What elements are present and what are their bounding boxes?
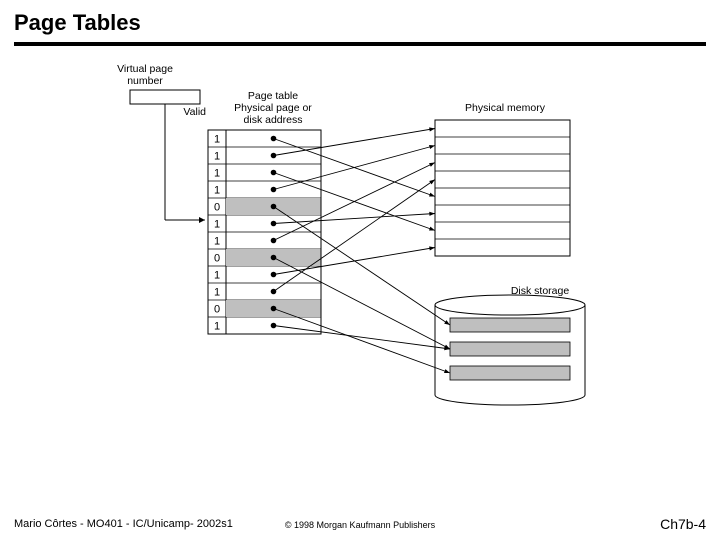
title-rule — [14, 42, 706, 46]
svg-text:1: 1 — [214, 321, 220, 333]
svg-text:1: 1 — [214, 270, 220, 282]
svg-text:1: 1 — [214, 219, 220, 231]
svg-text:0: 0 — [214, 202, 220, 214]
svg-text:1: 1 — [214, 134, 220, 146]
footer-copyright: © 1998 Morgan Kaufmann Publishers — [0, 520, 720, 530]
svg-text:1: 1 — [214, 185, 220, 197]
svg-text:0: 0 — [214, 304, 220, 316]
label-valid: Valid — [166, 106, 206, 118]
page-title: Page Tables — [0, 0, 720, 36]
label-disk-storage: Disk storage — [490, 285, 590, 297]
svg-text:1: 1 — [214, 287, 220, 299]
diagram-svg: 1 1 1 1 0 1 1 0 1 1 0 1 — [0, 60, 720, 490]
svg-text:1: 1 — [214, 151, 220, 163]
footer-page-number: Ch7b-4 — [660, 516, 706, 532]
diagram: 1 1 1 1 0 1 1 0 1 1 0 1 Virtual pagenumber Valid Pa… — [0, 60, 720, 490]
label-virtual-page-number: Virtual pagenumber — [100, 63, 190, 87]
label-page-table-header: Page tablePhysical page ordisk address — [218, 90, 328, 126]
svg-text:1: 1 — [214, 236, 220, 248]
svg-text:0: 0 — [214, 253, 220, 265]
label-physical-memory: Physical memory — [445, 102, 565, 114]
svg-text:1: 1 — [214, 168, 220, 180]
